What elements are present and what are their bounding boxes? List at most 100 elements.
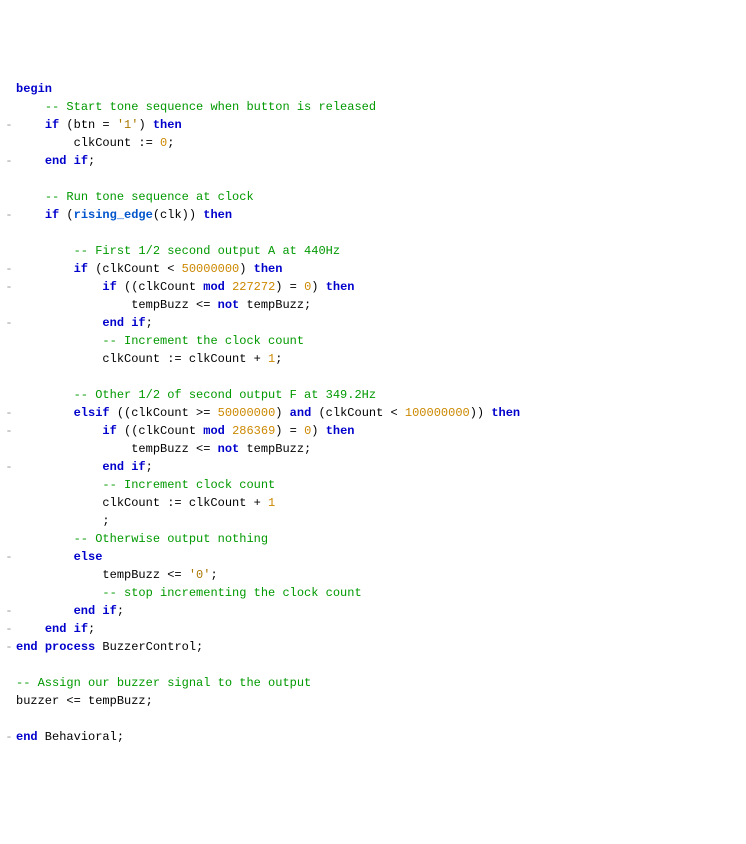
code-line: - if (clkCount < 50000000) then [4,260,742,278]
code-token: if [102,604,116,618]
code-token: 227272 [232,280,275,294]
code-token [225,280,232,294]
code-token [16,586,102,600]
fold-marker[interactable]: - [4,152,14,170]
fold-marker[interactable]: - [4,422,14,440]
code-token: then [326,280,355,294]
code-line: -end process BuzzerControl; [4,638,742,656]
fold-marker[interactable]: - [4,728,14,746]
code-token: (clkCount < [88,262,182,276]
code-line: - end if; [4,620,742,638]
code-token: then [491,406,520,420]
code-token [16,244,74,258]
code-token: -- Other 1/2 of second output F at 349.2… [74,388,376,402]
code-token: ) [138,118,152,132]
code-token: -- First 1/2 second output A at 440Hz [74,244,340,258]
code-token: if [45,118,59,132]
code-line [4,710,742,728]
code-token: if [102,280,116,294]
code-line: - if (rising_edge(clk)) then [4,206,742,224]
code-token: ; [167,136,174,150]
code-line: tempBuzz <= not tempBuzz; [4,440,742,458]
code-token [16,388,74,402]
fold-marker [4,584,14,602]
code-token: if [131,316,145,330]
fold-marker [4,440,14,458]
code-token: then [254,262,283,276]
code-token: 1 [268,496,275,510]
code-token: then [203,208,232,222]
code-token [16,550,74,564]
code-token: BuzzerControl; [95,640,203,654]
fold-marker[interactable]: - [4,116,14,134]
code-token: and [290,406,312,420]
code-token: tempBuzz <= [16,568,189,582]
code-line: -- Increment clock count [4,476,742,494]
code-token: clkCount := [16,136,160,150]
fold-marker[interactable]: - [4,602,14,620]
code-line: tempBuzz <= not tempBuzz; [4,296,742,314]
code-token [16,118,45,132]
code-editor[interactable]: begin -- Start tone sequence when button… [4,80,742,746]
code-line: - end if; [4,602,742,620]
code-token: mod [203,280,225,294]
fold-marker [4,188,14,206]
fold-marker [4,656,14,674]
code-token: ) = [275,424,304,438]
code-token: ) [311,280,325,294]
code-token [16,532,74,546]
code-token [95,604,102,618]
code-line: buzzer <= tempBuzz; [4,692,742,710]
code-token: ; [16,514,110,528]
code-token [16,190,45,204]
code-token: -- stop incrementing the clock count [102,586,361,600]
code-line: -- Otherwise output nothing [4,530,742,548]
code-token: ; [117,604,124,618]
fold-marker [4,170,14,188]
code-token: rising_edge [74,208,153,222]
code-token: if [131,460,145,474]
code-token: end [16,730,38,744]
code-line: -- Assign our buzzer signal to the outpu… [4,674,742,692]
fold-marker[interactable]: - [4,638,14,656]
code-token: ((clkCount >= [110,406,218,420]
code-token: ; [146,316,153,330]
code-line: -end Behavioral; [4,728,742,746]
fold-marker[interactable]: - [4,620,14,638]
code-line: -- Other 1/2 of second output F at 349.2… [4,386,742,404]
code-token: if [45,208,59,222]
code-token: (clk)) [153,208,203,222]
code-token: 50000000 [218,406,276,420]
code-token [16,478,102,492]
code-token: '0' [189,568,211,582]
code-line [4,170,742,188]
code-line: - end if; [4,314,742,332]
code-token: -- Increment clock count [102,478,275,492]
code-token: not [218,442,240,456]
code-token [16,154,45,168]
fold-marker[interactable]: - [4,314,14,332]
fold-marker [4,98,14,116]
code-token: ) [275,406,289,420]
code-token: tempBuzz <= [16,298,218,312]
code-token [16,208,45,222]
code-token [66,154,73,168]
code-line: - end if; [4,152,742,170]
code-line: - else [4,548,742,566]
fold-marker[interactable]: - [4,278,14,296]
code-line [4,224,742,242]
code-token: mod [203,424,225,438]
fold-marker[interactable]: - [4,260,14,278]
fold-marker [4,80,14,98]
fold-marker[interactable]: - [4,206,14,224]
fold-marker[interactable]: - [4,548,14,566]
code-token [16,604,74,618]
code-token: end [45,622,67,636]
code-line: -- Run tone sequence at clock [4,188,742,206]
code-token: ) = [275,280,304,294]
fold-marker[interactable]: - [4,404,14,422]
fold-marker [4,692,14,710]
code-token [16,262,74,276]
fold-marker[interactable]: - [4,458,14,476]
code-token [66,622,73,636]
